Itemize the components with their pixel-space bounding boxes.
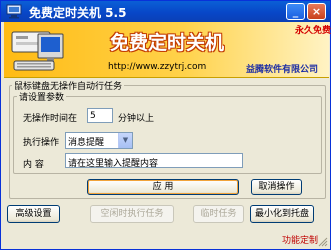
- idle-time-input[interactable]: 5: [87, 108, 113, 123]
- window-title: 免费定时关机 5.5: [29, 6, 127, 20]
- cancel-button[interactable]: 取消操作: [251, 179, 302, 195]
- content-label: 内 容: [23, 160, 44, 170]
- chevron-down-icon[interactable]: ▼: [118, 133, 132, 148]
- temp-task-button: 临时任务: [193, 205, 244, 223]
- action-label: 执行操作: [23, 138, 60, 148]
- company-name: 益腾软件有限公司: [246, 65, 319, 75]
- website-link[interactable]: http://www.zzytrj.com: [108, 62, 206, 72]
- action-select[interactable]: 消息提醒 ▼: [65, 132, 133, 149]
- feature-custom-link[interactable]: 功能定制: [282, 233, 318, 246]
- app-icon: [6, 4, 22, 19]
- action-select-value: 消息提醒: [68, 138, 105, 148]
- free-badge: 永久免费: [295, 26, 331, 36]
- content-input[interactable]: 请在这里输入提醒内容: [65, 153, 243, 168]
- computer-icon: [11, 31, 64, 71]
- resize-grip-icon[interactable]: [318, 237, 328, 247]
- close-button[interactable]: ×: [307, 3, 326, 20]
- banner: 永久免费 免费定时关机 http://www.zzytrj.com 益腾软件有限…: [4, 22, 331, 78]
- params-group-legend: 请设置参数: [17, 90, 67, 103]
- idle-time-unit: 分钟以上: [118, 114, 155, 124]
- advanced-settings-button[interactable]: 高级设置: [7, 205, 60, 223]
- banner-title: 免费定时关机: [110, 32, 225, 54]
- idle-time-label: 无操作时间在: [23, 114, 78, 124]
- minimize-button[interactable]: _: [286, 3, 305, 20]
- minimize-tray-button[interactable]: 最小化到托盘: [250, 205, 314, 223]
- app-window: 免费定时关机 5.5 _ × 永久免费 免费定时关机 http://www.zz…: [0, 0, 331, 250]
- apply-button[interactable]: 应 用: [87, 179, 239, 195]
- title-bar[interactable]: 免费定时关机 5.5 _ ×: [1, 1, 330, 22]
- idle-task-button: 空闲时执行任务: [90, 205, 174, 223]
